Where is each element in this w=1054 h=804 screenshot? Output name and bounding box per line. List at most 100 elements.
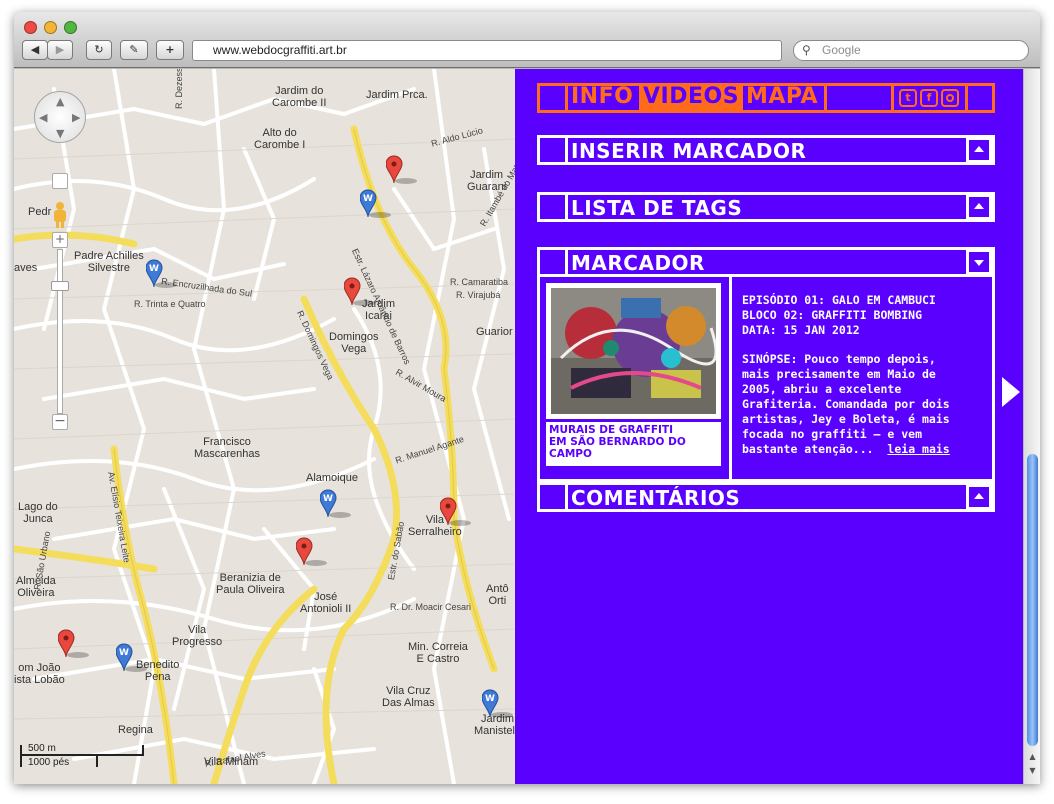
blue-w-marker-icon[interactable]: W xyxy=(146,259,177,288)
nav-tab-mapa[interactable]: MAPA xyxy=(746,84,818,110)
place-label: Beranizia de Paula Oliveira xyxy=(216,572,285,596)
street-label: R. Camaratiba xyxy=(450,277,509,287)
add-bookmark-button[interactable]: + xyxy=(156,40,184,60)
next-arrow-icon[interactable] xyxy=(1002,377,1020,407)
collapse-marcador-button[interactable] xyxy=(966,249,992,275)
collapse-comentarios-button[interactable] xyxy=(966,484,992,510)
block-text: BLOCO 02: GRAFFITI BOMBING xyxy=(742,308,923,322)
pan-up-icon[interactable]: ▲ xyxy=(56,95,64,108)
graffiti-image xyxy=(551,288,718,414)
red-map-marker-icon[interactable] xyxy=(440,497,471,526)
place-label: José Antonioli II xyxy=(300,591,352,615)
svg-text:W: W xyxy=(485,694,495,704)
section-tags-title: LISTA DE TAGS xyxy=(571,196,743,220)
zoom-in-button[interactable]: + xyxy=(52,232,68,248)
vertical-scrollbar[interactable]: ▲ ▼ xyxy=(1023,69,1040,784)
marker-thumbnail[interactable] xyxy=(546,283,721,419)
pan-right-icon[interactable]: ▶ xyxy=(72,111,80,124)
street-view-pegman-icon[interactable] xyxy=(53,202,67,228)
blue-w-marker-icon[interactable]: W xyxy=(360,189,391,218)
twitter-icon[interactable]: t xyxy=(899,89,917,107)
street-label: R. Trinta e Quatro xyxy=(134,299,206,309)
nav-tab-info-label: INFO xyxy=(571,84,634,109)
red-map-marker-icon[interactable] xyxy=(58,629,89,658)
zoom-slider-track[interactable] xyxy=(57,249,63,414)
browser-window: ◀ ▶ ↻ ✎ + www.webdocgraffiti.art.br ⚲ Go… xyxy=(14,12,1040,784)
place-label: Antô Orti xyxy=(486,583,509,607)
synopsis-line: artistas, Jey e Boleta, é mais xyxy=(742,412,950,426)
scale-metric-label: 500 m xyxy=(28,743,56,754)
synopsis-text: SINÓPSE: Pouco tempo depois, mais precis… xyxy=(742,352,1004,457)
scroll-down-button[interactable]: ▼ xyxy=(1027,766,1038,778)
forward-button[interactable]: ▶ xyxy=(47,40,73,60)
street-label: R. Virajubá xyxy=(456,290,501,300)
svg-text:W: W xyxy=(323,494,333,504)
card-divider xyxy=(729,277,732,482)
nav-tab-videos[interactable]: VIDEOS xyxy=(639,84,744,112)
minimize-window-button[interactable] xyxy=(44,21,57,34)
nav-tab-info[interactable]: INFO xyxy=(571,84,633,110)
map-pan-control[interactable]: ▲ ◀ ▶ ▼ xyxy=(34,91,86,143)
scroll-up-button[interactable]: ▲ xyxy=(1027,752,1038,764)
place-label: Vila Cruz Das Almas xyxy=(382,685,435,709)
back-button[interactable]: ◀ xyxy=(22,40,48,60)
facebook-icon[interactable]: f xyxy=(920,89,938,107)
marker-caption-link[interactable]: MURAIS DE GRAFFITI EM SÃO BERNARDO DO CA… xyxy=(546,422,721,466)
svg-text:W: W xyxy=(363,194,373,204)
collapse-tags-button[interactable] xyxy=(966,194,992,220)
snapback-icon: ✎ xyxy=(129,43,139,56)
street-label: R. Dezessete xyxy=(174,69,184,109)
nav-divider xyxy=(965,83,968,113)
close-window-button[interactable] xyxy=(24,21,37,34)
instagram-icon[interactable] xyxy=(941,89,959,107)
place-label: Jardim do Carombe II xyxy=(272,85,327,109)
place-label: Padre Achilles Silvestre xyxy=(74,250,144,274)
blue-w-marker-icon[interactable]: W xyxy=(320,489,351,518)
synopsis-line: 2005, abriu a excelente xyxy=(742,382,902,396)
zoom-slider-handle[interactable] xyxy=(51,281,69,291)
address-bar[interactable]: www.webdocgraffiti.art.br xyxy=(192,40,782,61)
caption-line: MURAIS DE GRAFFITI xyxy=(549,424,674,436)
blue-w-marker-icon[interactable]: W xyxy=(482,689,513,718)
collapse-inserir-button[interactable] xyxy=(966,137,992,163)
marker-metadata: EPISÓDIO 01: GALO EM CAMBUCI BLOCO 02: G… xyxy=(742,293,1002,338)
forward-arrow-icon: ▶ xyxy=(55,43,65,56)
map-view[interactable]: ▲ ◀ ▶ ▼ + − Jardim do Carombe II Jardim … xyxy=(14,69,515,784)
search-input[interactable]: ⚲ Google xyxy=(793,40,1029,61)
chevron-up-icon xyxy=(974,493,984,499)
reload-icon: ↻ xyxy=(94,43,104,56)
snapback-button[interactable]: ✎ xyxy=(120,40,148,60)
section-divider xyxy=(565,192,568,222)
map-center-button[interactable] xyxy=(52,173,68,189)
red-map-marker-icon[interactable] xyxy=(344,277,375,306)
date-text: DATA: 15 JAN 2012 xyxy=(742,323,860,337)
place-label: Lago do Junca xyxy=(18,501,58,525)
add-bookmark-icon: + xyxy=(165,43,175,56)
back-arrow-icon: ◀ xyxy=(30,43,40,56)
zoom-window-button[interactable] xyxy=(64,21,77,34)
pan-left-icon[interactable]: ◀ xyxy=(39,111,47,124)
red-map-marker-icon[interactable] xyxy=(386,155,417,184)
place-label: Guarior xyxy=(476,326,513,338)
place-label: Alto do Carombe I xyxy=(254,127,306,151)
place-label: aves xyxy=(14,262,38,274)
place-label: Jardim Prca. xyxy=(366,89,428,101)
red-map-marker-icon[interactable] xyxy=(296,537,327,566)
chevron-up-icon xyxy=(974,203,984,209)
read-more-link[interactable]: leia mais xyxy=(887,442,949,456)
zoom-out-button[interactable]: − xyxy=(52,414,68,430)
browser-toolbar: ◀ ▶ ↻ ✎ + www.webdocgraffiti.art.br ⚲ Go… xyxy=(14,12,1040,68)
section-divider xyxy=(565,482,568,512)
scale-imperial-label: 1000 pés xyxy=(28,757,70,768)
section-divider xyxy=(565,247,568,277)
section-inserir-title: INSERIR MARCADOR xyxy=(571,139,807,163)
map-scale: 500 m 1000 pés xyxy=(20,743,150,779)
pan-down-icon[interactable]: ▼ xyxy=(56,127,64,140)
street-label: R. Dr. Moacir Cesari xyxy=(390,602,472,612)
episode-text: EPISÓDIO 01: GALO EM CAMBUCI xyxy=(742,293,936,307)
synopsis-line: SINÓPSE: Pouco tempo depois, xyxy=(742,352,936,366)
reload-button[interactable]: ↻ xyxy=(86,40,112,60)
scrollbar-thumb[interactable] xyxy=(1027,454,1038,746)
blue-w-marker-icon[interactable]: W xyxy=(116,643,147,672)
place-label: om João ista Lobão xyxy=(14,662,65,686)
